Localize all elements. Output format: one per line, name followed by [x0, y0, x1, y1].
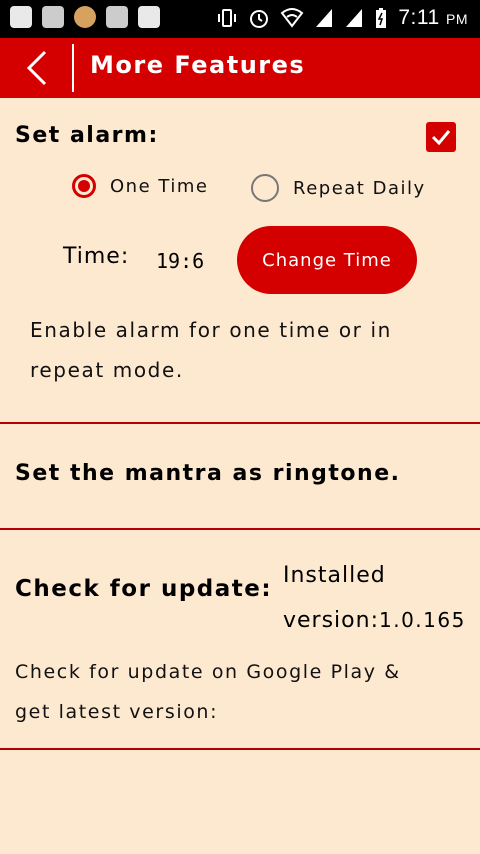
app-bar-divider — [72, 44, 74, 92]
radio-circle — [72, 174, 96, 198]
update-heading[interactable]: Check for update: — [15, 576, 272, 602]
notification-icons — [10, 6, 160, 28]
page-title: More Features — [90, 51, 306, 79]
wifi-icon — [280, 8, 304, 28]
status-bar: 7:11 PM — [0, 0, 480, 38]
change-time-button[interactable]: Change Time — [237, 226, 417, 294]
alarm-description: Enable alarm for one time or in repeat m… — [30, 318, 392, 382]
radio-repeat-daily[interactable]: Repeat Daily — [251, 174, 426, 202]
vibrate-icon — [218, 9, 237, 27]
set-ringtone-item[interactable]: Set the mantra as ringtone. — [15, 461, 400, 486]
blank-icon — [138, 6, 160, 28]
time-value: 19:6 — [156, 249, 205, 273]
version-number: 1.0.165 — [379, 608, 466, 632]
battery-icon — [376, 8, 387, 28]
time-label: Time: — [63, 244, 130, 269]
back-button[interactable] — [14, 46, 58, 90]
status-clock: 7:11 PM — [398, 6, 468, 29]
avatar-icon — [74, 6, 96, 28]
check-icon — [431, 130, 451, 146]
system-icons: 7:11 PM — [216, 6, 468, 30]
radio-circle — [251, 174, 279, 202]
alarm-icon — [250, 10, 269, 28]
app-bar: More Features — [0, 38, 480, 98]
message-icon — [10, 6, 32, 28]
section-divider — [0, 528, 480, 530]
alert-icon — [106, 6, 128, 28]
section-divider — [0, 422, 480, 424]
alarm-enabled-checkbox[interactable] — [426, 122, 456, 152]
gallery-icon — [42, 6, 64, 28]
signal-icon — [316, 9, 333, 27]
alarm-heading: Set alarm: — [15, 123, 159, 148]
signal-icon — [346, 9, 363, 27]
section-divider — [0, 748, 480, 750]
radio-one-time[interactable]: One Time — [72, 174, 208, 198]
update-description: Check for update on Google Play & get la… — [15, 661, 401, 723]
installed-version: Installed version:1.0.165 — [283, 563, 466, 633]
chevron-left-icon — [26, 50, 47, 86]
